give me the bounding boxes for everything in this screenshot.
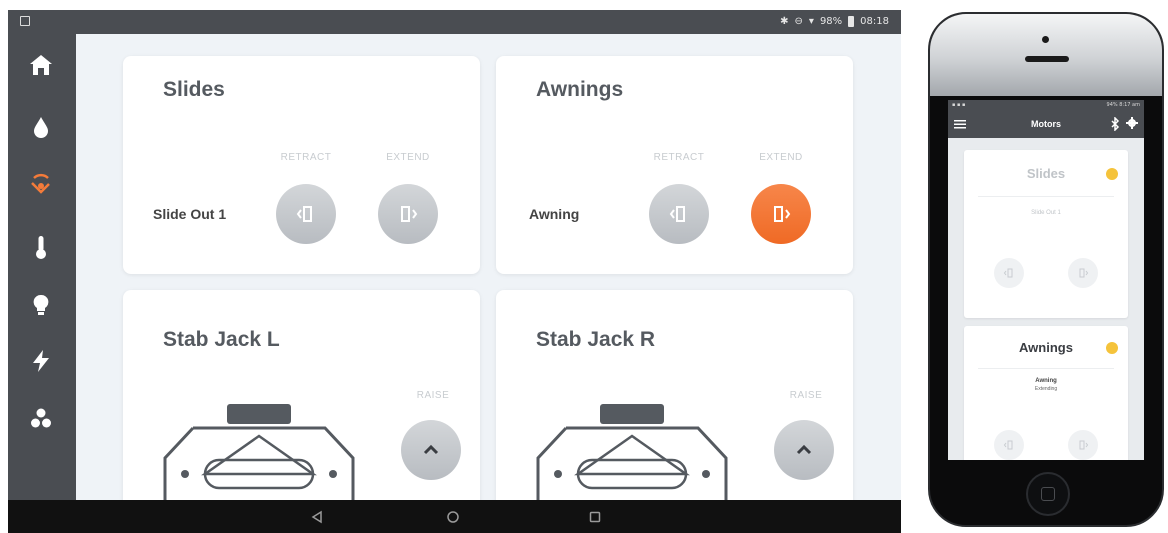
slides-card: Slides RETRACT EXTEND Slide Out 1 <box>123 56 480 274</box>
tablet-device: ✱ ⊖ ▾ 98% 08:18 Slides RETRACT EXTEND Sl… <box>8 10 901 533</box>
main-content: Slides RETRACT EXTEND Slide Out 1 Awning… <box>76 34 901 500</box>
retract-icon <box>669 206 685 222</box>
phone-screen: ▪ ▪ ▪ 94% 8:17 am Motors Slides Slide Ou… <box>948 100 1144 460</box>
nav-home-button[interactable] <box>442 506 464 528</box>
phone-awning-retract-button[interactable] <box>994 430 1024 460</box>
status-indicator <box>1106 168 1118 180</box>
phone-awning-extend-button[interactable] <box>1068 430 1098 460</box>
stab-jack-right-card: Stab Jack R RAISE <box>496 290 853 500</box>
bluetooth-icon: ✱ <box>780 16 789 27</box>
wifi-icon: ▾ <box>808 16 814 27</box>
stab-jack-right-title: Stab Jack R <box>536 328 656 351</box>
stab-jack-left-title: Stab Jack L <box>163 328 280 351</box>
phone-home-button[interactable] <box>1026 472 1070 516</box>
sidebar-item-home[interactable] <box>24 48 58 82</box>
motors-icon <box>31 173 50 194</box>
awnings-extend-label: EXTEND <box>759 152 803 163</box>
slides-row-label: Slide Out 1 <box>153 206 227 222</box>
jack-left-diagram <box>163 404 355 500</box>
phone-status-right: 94% 8:17 am <box>1107 102 1140 108</box>
notification-icon <box>20 16 30 26</box>
nav-back-button[interactable] <box>306 506 328 528</box>
retract-icon <box>1003 268 1013 278</box>
stab-jack-left-card: Stab Jack L RAISE <box>123 290 480 500</box>
slides-retract-label: RETRACT <box>280 152 332 163</box>
do-not-disturb-icon: ⊖ <box>794 16 803 27</box>
phone-slides-title: Slides <box>1026 166 1066 181</box>
recents-square-icon <box>589 511 601 523</box>
battery-percent: 98% <box>819 16 843 27</box>
divider <box>978 196 1114 197</box>
awnings-card: Awnings RETRACT EXTEND Awning <box>496 56 853 274</box>
speaker-grille <box>1025 56 1069 62</box>
chevron-up-icon <box>796 444 812 455</box>
retract-icon <box>1003 440 1013 450</box>
awnings-retract-label: RETRACT <box>653 152 705 163</box>
phone-app-bar: Motors <box>948 110 1144 138</box>
awnings-row-label: Awning <box>529 206 580 222</box>
android-nav-bar <box>8 500 901 533</box>
slides-extend-label: EXTEND <box>386 152 430 163</box>
slides-title: Slides <box>163 78 225 101</box>
water-drop-icon <box>34 117 48 138</box>
chevron-up-icon <box>423 444 439 455</box>
phone-battery-percent: 94% <box>1106 102 1118 108</box>
camera-icon <box>1042 36 1049 43</box>
status-right: ✱ ⊖ ▾ 98% 08:18 <box>780 16 889 27</box>
battery-icon <box>848 16 855 27</box>
screenshot-root: ✱ ⊖ ▾ 98% 08:18 Slides RETRACT EXTEND Sl… <box>0 0 1168 533</box>
jack-right-raise-button[interactable] <box>774 420 834 480</box>
status-indicator <box>1106 342 1118 354</box>
phone-slide-extend-button[interactable] <box>1068 258 1098 288</box>
jack-left-raise-label: RAISE <box>416 390 450 401</box>
phone-app-actions <box>1110 117 1138 131</box>
phone-clock: 8:17 am <box>1119 102 1140 108</box>
phone-awnings-card: Awnings Awning Extending <box>964 326 1128 460</box>
awning-retract-button[interactable] <box>649 184 709 244</box>
jack-left-raise-button[interactable] <box>401 420 461 480</box>
extend-icon <box>401 206 418 222</box>
sidebar-item-ventilation[interactable] <box>24 402 58 436</box>
slide-extend-button[interactable] <box>378 184 438 244</box>
clock: 08:18 <box>860 16 889 27</box>
extend-icon <box>774 206 791 222</box>
phone-notification-icons: ▪ ▪ ▪ <box>952 102 966 108</box>
bluetooth-icon[interactable] <box>1110 117 1120 131</box>
sidebar <box>8 34 76 500</box>
home-icon <box>30 55 52 75</box>
phone-awnings-row-label: Awning <box>1035 378 1057 384</box>
slide-retract-button[interactable] <box>276 184 336 244</box>
lightbulb-icon <box>33 294 49 315</box>
divider <box>978 368 1114 369</box>
lightning-icon <box>33 350 49 372</box>
phone-awnings-state: Extending <box>1034 386 1058 392</box>
jack-right-diagram <box>536 404 728 500</box>
home-circle-icon <box>447 511 459 523</box>
jack-right-raise-label: RAISE <box>789 390 823 401</box>
gear-icon[interactable] <box>1126 117 1138 129</box>
sidebar-item-power[interactable] <box>24 344 58 378</box>
phone-device: ▪ ▪ ▪ 94% 8:17 am Motors Slides Slide Ou… <box>928 12 1164 527</box>
phone-awnings-title: Awnings <box>1019 340 1073 355</box>
phone-slides-card: Slides Slide Out 1 <box>964 150 1128 318</box>
awnings-title: Awnings <box>536 78 624 101</box>
extend-icon <box>1079 268 1089 278</box>
phone-slides-row-label: Slide Out 1 <box>1031 210 1061 216</box>
phone-top-bezel <box>930 14 1162 96</box>
phone-status-bar: ▪ ▪ ▪ 94% 8:17 am <box>948 100 1144 110</box>
home-square-icon <box>1041 487 1055 501</box>
thermometer-icon <box>36 236 46 259</box>
back-triangle-icon <box>311 510 322 524</box>
sidebar-item-lights[interactable] <box>24 288 58 322</box>
phone-slide-retract-button[interactable] <box>994 258 1024 288</box>
retract-icon <box>296 206 312 222</box>
sidebar-item-motors[interactable] <box>24 168 58 202</box>
awning-extend-button[interactable] <box>751 184 811 244</box>
sidebar-item-temperature[interactable] <box>24 230 58 264</box>
nav-recents-button[interactable] <box>584 506 606 528</box>
sidebar-item-water[interactable] <box>24 110 58 144</box>
extend-icon <box>1079 440 1089 450</box>
tablet-status-bar: ✱ ⊖ ▾ 98% 08:18 <box>8 10 901 34</box>
fan-icon <box>31 408 51 428</box>
